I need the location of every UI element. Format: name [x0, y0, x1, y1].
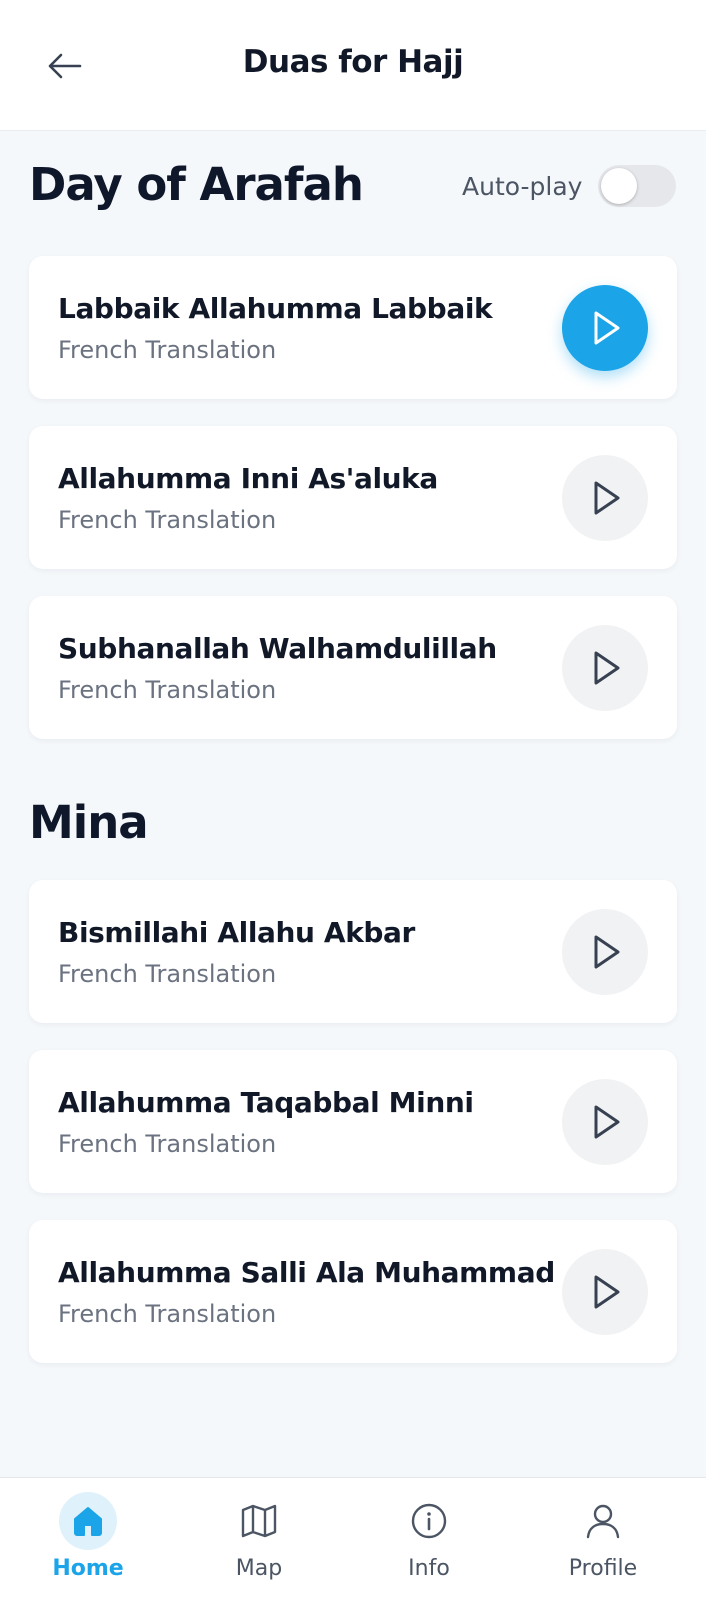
nav-item-profile[interactable]: Profile — [533, 1492, 673, 1596]
dua-title: Bismillahi Allahu Akbar — [58, 916, 415, 949]
play-icon — [594, 1105, 620, 1139]
play-button[interactable] — [562, 625, 648, 711]
dua-title: Allahumma Salli Ala Muhammad — [58, 1256, 555, 1289]
autoplay-label: Auto-play — [462, 171, 583, 201]
toggle-knob — [601, 168, 638, 204]
play-button[interactable] — [562, 285, 648, 371]
dua-subtitle: French Translation — [58, 506, 277, 534]
dua-card[interactable]: Allahumma Inni As'aluka French Translati… — [29, 426, 677, 569]
play-icon — [594, 481, 620, 515]
home-icon — [74, 1507, 102, 1536]
bottom-navigation: Home Map Info Profile — [0, 1477, 706, 1601]
play-button[interactable] — [562, 909, 648, 995]
play-button[interactable] — [562, 1079, 648, 1165]
play-icon — [594, 935, 620, 969]
dua-card[interactable]: Allahumma Taqabbal Minni French Translat… — [29, 1050, 677, 1193]
nav-item-map[interactable]: Map — [189, 1492, 329, 1596]
section-title-mina: Mina — [29, 796, 149, 849]
nav-item-info[interactable]: Info — [359, 1492, 499, 1596]
dua-card[interactable]: Labbaik Allahumma Labbaik French Transla… — [29, 256, 677, 399]
section-title-day-of-arafah: Day of Arafah — [29, 158, 364, 211]
play-icon — [594, 1275, 620, 1309]
play-button[interactable] — [562, 455, 648, 541]
dua-title: Allahumma Inni As'aluka — [58, 462, 438, 495]
page-title: Duas for Hajj — [242, 44, 464, 80]
nav-icon-highlight — [59, 1492, 117, 1550]
info-icon — [411, 1503, 447, 1539]
dua-title: Allahumma Taqabbal Minni — [58, 1086, 474, 1119]
dua-card[interactable]: Allahumma Salli Ala Muhammad French Tran… — [29, 1220, 677, 1363]
autoplay-toggle[interactable] — [598, 165, 677, 207]
top-app-bar: Duas for Hajj — [0, 0, 706, 131]
nav-item-home[interactable]: Home — [18, 1492, 158, 1596]
dua-title: Subhanallah Walhamdulillah — [58, 632, 497, 665]
dua-subtitle: French Translation — [58, 676, 277, 704]
dua-subtitle: French Translation — [58, 960, 277, 988]
play-icon — [594, 311, 620, 345]
map-icon — [241, 1504, 277, 1538]
dua-subtitle: French Translation — [58, 1300, 277, 1328]
dua-subtitle: French Translation — [58, 336, 277, 364]
play-icon — [594, 651, 620, 685]
nav-label-info: Info — [408, 1556, 450, 1581]
nav-label-profile: Profile — [568, 1556, 638, 1581]
nav-label-map: Map — [235, 1556, 283, 1581]
user-icon — [586, 1504, 620, 1539]
nav-label-home: Home — [52, 1556, 124, 1581]
play-button[interactable] — [562, 1249, 648, 1335]
dua-title: Labbaik Allahumma Labbaik — [58, 292, 493, 325]
dua-card[interactable]: Subhanallah Walhamdulillah French Transl… — [29, 596, 677, 739]
autoplay-control[interactable]: Auto-play — [462, 162, 677, 210]
dua-subtitle: French Translation — [58, 1130, 277, 1158]
dua-card[interactable]: Bismillahi Allahu Akbar French Translati… — [29, 880, 677, 1023]
